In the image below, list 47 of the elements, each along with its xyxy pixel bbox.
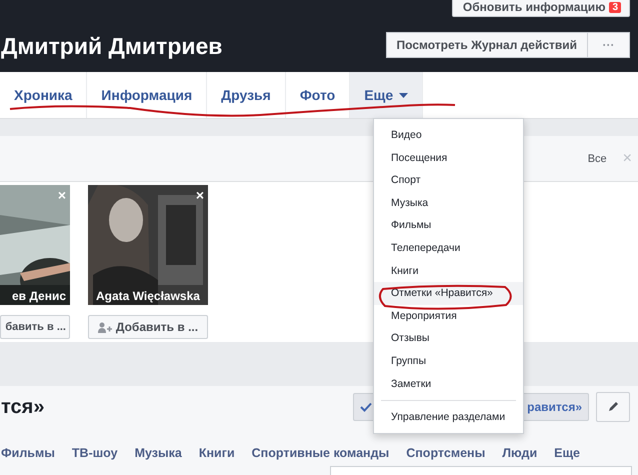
menu-item[interactable]: Отзывы bbox=[374, 327, 523, 350]
menu-item[interactable]: Телепередачи bbox=[374, 236, 523, 260]
tab-label[interactable]: Информация bbox=[101, 87, 192, 103]
menu-item[interactable]: Отметки «Нравится» bbox=[374, 282, 523, 305]
menu-item[interactable]: Музыка bbox=[374, 192, 523, 214]
section-title: тся» bbox=[1, 396, 46, 418]
tab-label[interactable]: Друзья bbox=[221, 87, 271, 103]
category-link[interactable]: Музыка bbox=[134, 446, 182, 460]
notification-badge: 3 bbox=[609, 2, 621, 12]
profile-tab[interactable]: Друзья bbox=[207, 72, 286, 118]
person-name: ев Денис bbox=[10, 289, 67, 303]
close-icon[interactable]: × bbox=[196, 187, 204, 203]
check-icon bbox=[360, 402, 372, 412]
category-link[interactable]: Книги bbox=[198, 446, 235, 460]
tab-label[interactable]: Еще bbox=[364, 87, 394, 103]
menu-item[interactable]: Заметки bbox=[374, 372, 523, 396]
category-link[interactable]: Еще bbox=[554, 446, 580, 460]
menu-item[interactable]: Управление разделами bbox=[374, 406, 523, 429]
edit-button[interactable] bbox=[596, 392, 630, 422]
category-link[interactable]: Спортивные команды bbox=[252, 446, 390, 460]
profile-tab[interactable]: Информация bbox=[87, 72, 208, 118]
category-link[interactable]: Люди bbox=[502, 446, 538, 460]
menu-item[interactable]: Видео bbox=[374, 124, 523, 147]
menu-item[interactable]: Группы bbox=[374, 350, 523, 373]
category-link[interactable]: Спортсмены bbox=[406, 446, 486, 460]
person-name: Agata Więcławska bbox=[95, 289, 201, 303]
category-link[interactable]: Фильмы bbox=[1, 446, 55, 460]
add-person-icon bbox=[98, 322, 112, 332]
update-info-label[interactable]: Обновить информацию bbox=[462, 0, 606, 14]
tab-label[interactable]: Хроника bbox=[14, 87, 72, 103]
add-friend-button[interactable]: бавить в ... bbox=[0, 315, 70, 339]
category-link[interactable]: ТВ-шоу bbox=[72, 446, 118, 460]
pencil-icon bbox=[607, 401, 619, 413]
tab-label[interactable]: Фото bbox=[300, 87, 336, 103]
profile-name: Дмитрий Дмитриев bbox=[1, 33, 222, 60]
menu-item[interactable]: Посещения bbox=[374, 146, 523, 170]
menu-item[interactable]: Книги bbox=[374, 260, 523, 282]
menu-item[interactable]: Мероприятия bbox=[374, 304, 523, 328]
profile-tab[interactable]: Хроника bbox=[0, 72, 88, 118]
menu-item[interactable]: Фильмы bbox=[374, 214, 523, 237]
activity-log-button[interactable]: Посмотреть Журнал действий bbox=[386, 32, 588, 58]
profile-tab[interactable]: Еще bbox=[350, 72, 424, 118]
see-all-link[interactable]: Все bbox=[588, 152, 607, 164]
add-friend-button[interactable]: Добавить в ... bbox=[88, 315, 208, 339]
caret-icon bbox=[399, 92, 408, 98]
menu-item[interactable]: Спорт bbox=[374, 169, 523, 192]
update-info-button[interactable]: Обновить информацию 3 bbox=[452, 0, 630, 17]
